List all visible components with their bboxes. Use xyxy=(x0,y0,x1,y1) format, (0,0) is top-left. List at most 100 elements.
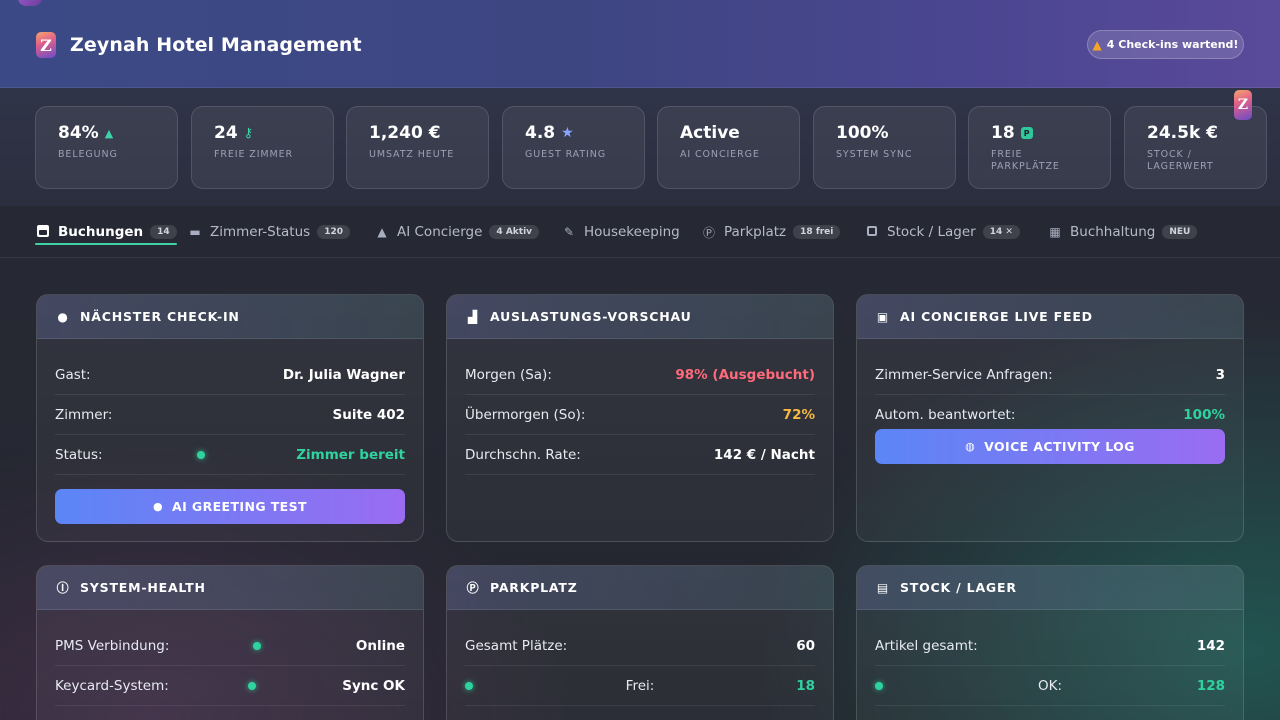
row-label: OK: xyxy=(1037,677,1063,694)
room-row: Zimmer: Suite 402 xyxy=(55,395,405,435)
row-value: 72% xyxy=(782,406,815,423)
card-header: ▣ AI Concierge Live Feed xyxy=(857,295,1243,339)
row-label: Gesamt Plätze: xyxy=(465,637,568,654)
row-label: PMS Verbindung: xyxy=(55,637,170,654)
tab-accounting[interactable]: ▦ Buchhaltung NEU xyxy=(1047,206,1198,258)
stat-value: 24 xyxy=(214,123,238,143)
status-dot-icon xyxy=(875,682,883,690)
chat-bubble-icon: ● xyxy=(153,500,164,513)
stat-value: 84% xyxy=(58,123,99,143)
tab-label: Buchungen xyxy=(58,224,144,240)
tab-parking[interactable]: Ⓟ Parkplatz 18 frei xyxy=(701,206,841,258)
tab-badge: 120 xyxy=(317,225,350,239)
stat-value: Active xyxy=(680,123,740,143)
row-value: 3 xyxy=(1215,366,1225,383)
card-title: Auslastungs-Vorschau xyxy=(490,309,692,324)
app-header: Z Zeynah Hotel Management ▲ 4 Check-ins … xyxy=(0,0,1280,88)
broom-icon: ✎ xyxy=(563,225,575,239)
health-row: PMS Verbindung: Online xyxy=(55,626,405,666)
stat-value: 18 xyxy=(991,123,1015,143)
card-header: ▤ Stock / Lager xyxy=(857,566,1243,610)
status-row: Status: Zimmer bereit xyxy=(55,435,405,475)
health-row: Keycard-System: Sync OK xyxy=(55,666,405,706)
stock-row: OK: 128 xyxy=(875,666,1225,706)
up-arrow-icon: ▲ xyxy=(104,126,114,140)
tab-badge: 4 Aktiv xyxy=(489,225,540,239)
stat-card-parking[interactable]: 18 P Freie Parkplätze xyxy=(968,106,1111,189)
row-value: 142 xyxy=(1196,637,1225,654)
floating-logo-icon[interactable]: Z xyxy=(1234,90,1252,120)
tab-label: Zimmer-Status xyxy=(210,224,311,240)
headset-icon: ◍ xyxy=(965,440,976,453)
room-number: Suite 402 xyxy=(332,406,405,423)
calculator-icon: ▦ xyxy=(1049,225,1061,239)
row-label: Frei: xyxy=(625,677,655,694)
parking-icon: Ⓟ xyxy=(466,581,480,595)
stat-card-occupancy[interactable]: 84% ▲ Belegung xyxy=(35,106,178,189)
ai-greeting-test-button[interactable]: ● AI GREETING TEST xyxy=(55,489,405,524)
row-label: Keycard-System: xyxy=(55,677,169,694)
card-title: AI Concierge Live Feed xyxy=(900,309,1093,324)
row-value: 128 xyxy=(1196,677,1225,694)
tab-room-status[interactable]: ▬ Zimmer-Status 120 xyxy=(187,206,350,258)
stock-card: ▤ Stock / Lager Artikel gesamt: 142 OK: … xyxy=(856,565,1244,720)
guest-row: Gast: Dr. Julia Wagner xyxy=(55,355,405,395)
forecast-row: Morgen (Sa): 98% (Ausgebucht) xyxy=(465,355,815,395)
room-status: Zimmer bereit xyxy=(296,446,405,463)
button-label: VOICE ACTIVITY LOG xyxy=(984,439,1135,454)
tab-label: Housekeeping xyxy=(584,224,680,240)
checkin-alert-badge[interactable]: ▲ 4 Check-ins wartend! xyxy=(1087,30,1244,59)
row-label: Zimmer-Service Anfragen: xyxy=(875,366,1053,383)
tab-housekeeping[interactable]: ✎ Housekeeping xyxy=(561,206,680,258)
bed-icon: ▬ xyxy=(189,225,201,239)
brand[interactable]: Z Zeynah Hotel Management xyxy=(36,32,362,58)
stat-card-system-sync[interactable]: 100% System Sync xyxy=(813,106,956,189)
row-label: Gast: xyxy=(55,366,91,383)
stat-label: Stock / Lagerwert xyxy=(1147,149,1214,172)
tab-badge: NEU xyxy=(1162,225,1198,239)
checkin-alert-text: 4 Check-ins wartend! xyxy=(1106,38,1239,51)
tab-badge: 18 frei xyxy=(793,225,841,239)
parking-card: Ⓟ Parkplatz Gesamt Plätze: 60 Frei: 18 xyxy=(446,565,834,720)
guest-name: Dr. Julia Wagner xyxy=(282,366,405,383)
card-header: Ⓟ Parkplatz xyxy=(447,566,833,610)
stat-card-free-rooms[interactable]: 24 ⚷ Freie Zimmer xyxy=(191,106,334,189)
stat-value: 4.8 xyxy=(525,123,556,143)
key-icon: ⚷ xyxy=(243,125,254,141)
boxes-icon xyxy=(864,225,880,239)
tab-stock[interactable]: Stock / Lager 14 ✕ xyxy=(864,206,1020,258)
tab-label: Stock / Lager xyxy=(887,224,976,240)
tab-bookings[interactable]: Buchungen 14 xyxy=(35,206,177,258)
boxes-icon: ▤ xyxy=(876,580,890,595)
stats-bar: 84% ▲ Belegung 24 ⚷ Freie Zimmer 1,240 € U… xyxy=(0,88,1280,206)
app-title: Zeynah Hotel Management xyxy=(70,34,362,56)
corner-logo-icon xyxy=(18,0,42,6)
row-value: 100% xyxy=(1183,407,1225,423)
stat-card-ai-concierge[interactable]: Active AI Concierge xyxy=(657,106,800,189)
stat-card-revenue[interactable]: 1,240 € Umsatz heute xyxy=(346,106,489,189)
robot-icon: ▣ xyxy=(876,309,890,324)
stat-card-rating[interactable]: 4.8 ★ Guest Rating xyxy=(502,106,645,189)
parking-row: Frei: 18 xyxy=(465,666,815,706)
stock-row: Artikel gesamt: 142 xyxy=(875,626,1225,666)
card-header: ⓘ System-Health xyxy=(37,566,423,610)
status-dot-icon xyxy=(197,451,205,459)
forecast-row: Durchschn. Rate: 142 € / Nacht xyxy=(465,435,815,475)
row-label: Autom. beantwortet: xyxy=(875,407,1016,423)
bell-icon: ▲ xyxy=(1092,37,1102,52)
row-label: Morgen (Sa): xyxy=(465,366,552,383)
stat-value: 1,240 € xyxy=(369,123,441,143)
row-label: Zimmer: xyxy=(55,406,113,423)
button-label: AI GREETING TEST xyxy=(172,499,307,514)
concierge-row: Zimmer-Service Anfragen: 3 xyxy=(875,355,1225,395)
tab-ai-concierge[interactable]: ▲ AI Concierge 4 Aktiv xyxy=(374,206,540,258)
forecast-row: Übermorgen (So): 72% xyxy=(465,395,815,435)
card-title: Stock / Lager xyxy=(900,580,1017,595)
card-title: Nächster Check-in xyxy=(80,309,240,324)
star-icon: ★ xyxy=(561,125,574,141)
parking-icon: Ⓟ xyxy=(702,225,715,240)
stat-label: AI Concierge xyxy=(680,149,760,160)
tab-badge: 14 xyxy=(150,225,177,239)
ai-concierge-feed-card: ▣ AI Concierge Live Feed Zimmer-Service … xyxy=(856,294,1244,542)
row-value: Online xyxy=(355,637,405,654)
